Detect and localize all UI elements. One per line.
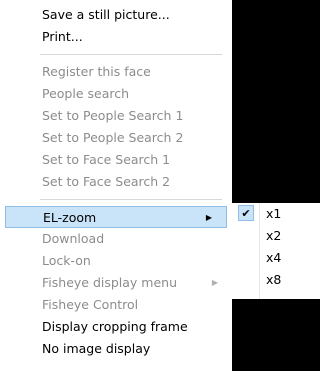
menu-item-label: Download [42,231,105,246]
menu-item-label: EL-zoom [43,210,97,225]
menu-item-display-cropping-frame[interactable]: Display cropping frame [0,316,232,338]
menu-item-set-face-search-1: Set to Face Search 1 [0,149,232,171]
menu-item-label: Set to People Search 2 [42,130,184,145]
zoom-option-label: x4 [266,250,282,265]
menu-item-lock-on: Lock-on [0,250,232,272]
menu-item-register-face: Register this face [0,61,232,83]
menu-item-label: People search [42,86,130,101]
menu-item-label: Lock-on [42,253,91,268]
zoom-option-label: x1 [266,206,282,221]
menu-item-people-search: People search [0,83,232,105]
menu-item-fisheye-display-menu: Fisheye display menu ▶ [0,272,232,294]
menu-separator [40,54,222,55]
zoom-option-x8[interactable]: x8 [231,269,320,291]
menu-item-label: Display cropping frame [42,319,188,334]
zoom-option-label: x2 [266,228,282,243]
zoom-option-label: x8 [266,272,282,287]
menu-item-label: Set to Face Search 1 [42,152,171,167]
menu-separator [40,199,222,200]
menu-item-set-people-search-1: Set to People Search 1 [0,105,232,127]
zoom-option-x1[interactable]: ✔ x1 [231,203,320,225]
check-icon: ✔ [238,205,254,221]
zoom-option-x2[interactable]: x2 [231,225,320,247]
menu-item-label: Set to Face Search 2 [42,174,171,189]
menu-item-label: Print... [42,29,83,44]
context-menu-list: Save a still picture... Print... Registe… [0,4,232,360]
submenu-arrow-icon: ▶ [211,278,218,287]
menu-item-print[interactable]: Print... [0,26,232,48]
submenu-arrow-icon: ▶ [205,213,212,222]
video-display-area: Save a still picture... Print... Registe… [0,0,320,371]
menu-item-el-zoom[interactable]: EL-zoom ▶ [5,206,227,228]
menu-item-label: No image display [42,341,151,356]
menu-item-label: Fisheye Control [42,297,139,312]
context-menu: Save a still picture... Print... Registe… [0,0,232,371]
menu-item-no-image-display[interactable]: No image display [0,338,232,360]
menu-item-save-still-picture[interactable]: Save a still picture... [0,4,232,26]
el-zoom-submenu: ✔ x1 x2 x4 x8 [231,203,320,299]
menu-item-label: Save a still picture... [42,7,170,22]
menu-item-set-face-search-2: Set to Face Search 2 [0,171,232,193]
menu-item-label: Register this face [42,64,151,79]
menu-item-set-people-search-2: Set to People Search 2 [0,127,232,149]
menu-item-label: Fisheye display menu [42,275,178,290]
menu-item-label: Set to People Search 1 [42,108,184,123]
zoom-option-x4[interactable]: x4 [231,247,320,269]
menu-item-fisheye-control: Fisheye Control [0,294,232,316]
menu-item-download: Download [0,228,232,250]
